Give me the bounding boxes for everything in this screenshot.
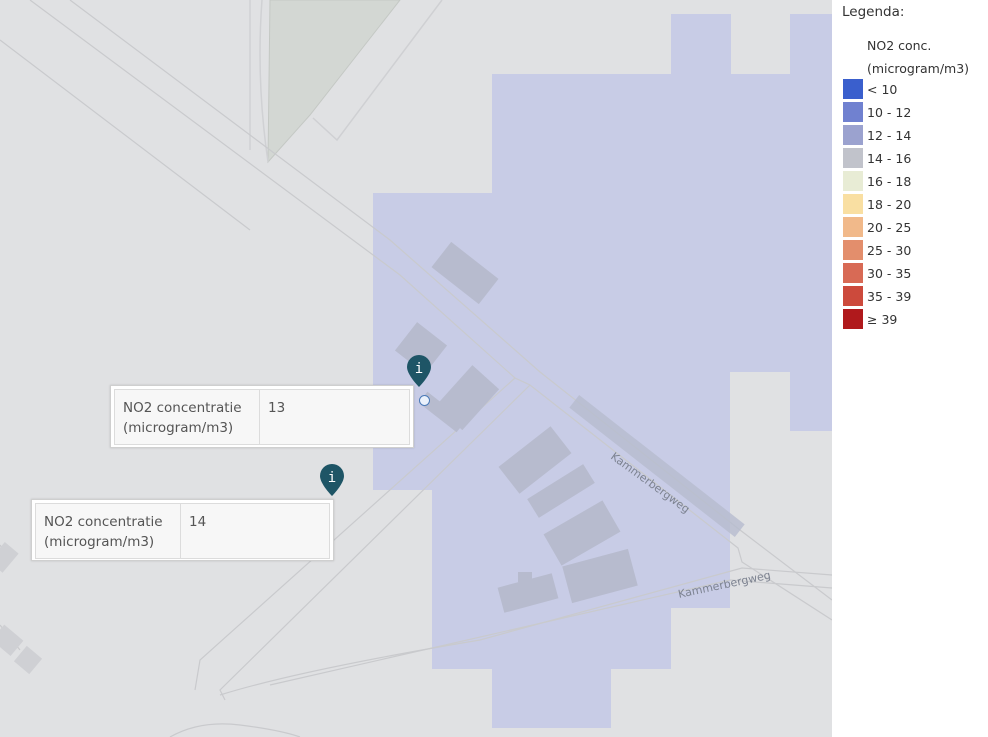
legend-label: 35 - 39	[867, 289, 912, 304]
legend-title: Legenda:	[842, 4, 905, 20]
legend-swatch	[843, 286, 863, 306]
legend-swatch	[843, 102, 863, 122]
svg-text:i: i	[415, 361, 423, 377]
legend-label: 25 - 30	[867, 243, 912, 258]
info-marker-icon[interactable]: i	[319, 463, 345, 497]
no2-grid-overlay	[373, 14, 832, 728]
legend-panel: Legenda: NO2 conc. (microgram/m3) < 10 10…	[832, 0, 988, 737]
info-marker-icon[interactable]: i	[406, 354, 432, 388]
legend-label: 10 - 12	[867, 105, 912, 120]
legend-swatch	[843, 171, 863, 191]
legend-swatch	[843, 194, 863, 214]
legend-subtitle: NO2 conc. (microgram/m3)	[867, 34, 969, 80]
legend-label: 14 - 16	[867, 151, 912, 166]
selected-location-dot[interactable]	[419, 395, 430, 406]
legend-label: ≥ 39	[867, 312, 898, 327]
legend-label: 30 - 35	[867, 266, 912, 281]
map-view[interactable]: Kammerbergweg Kammerbergweg NO2 concentr…	[0, 0, 832, 737]
legend-label: < 10	[867, 82, 898, 97]
svg-text:i: i	[328, 470, 336, 486]
legend-swatch	[843, 309, 863, 329]
popup-label: NO2 concentratie (microgram/m3)	[114, 389, 260, 445]
legend-swatch	[843, 263, 863, 283]
info-popup-1: NO2 concentratie (microgram/m3) 13	[110, 385, 414, 448]
popup-value: 13	[259, 389, 410, 445]
legend-swatch	[843, 148, 863, 168]
legend-label: 18 - 20	[867, 197, 912, 212]
legend-label: 12 - 14	[867, 128, 912, 143]
legend-subtitle-line1: NO2 conc.	[867, 38, 932, 53]
legend-swatch	[843, 125, 863, 145]
legend-subtitle-line2: (microgram/m3)	[867, 61, 970, 76]
legend-swatch	[843, 217, 863, 237]
legend-label: 20 - 25	[867, 220, 912, 235]
legend-swatch	[843, 240, 863, 260]
popup-label: NO2 concentratie (microgram/m3)	[35, 503, 181, 559]
legend-swatch	[843, 79, 863, 99]
popup-value: 14	[180, 503, 330, 559]
legend-label: 16 - 18	[867, 174, 912, 189]
info-popup-2: NO2 concentratie (microgram/m3) 14	[31, 499, 334, 561]
